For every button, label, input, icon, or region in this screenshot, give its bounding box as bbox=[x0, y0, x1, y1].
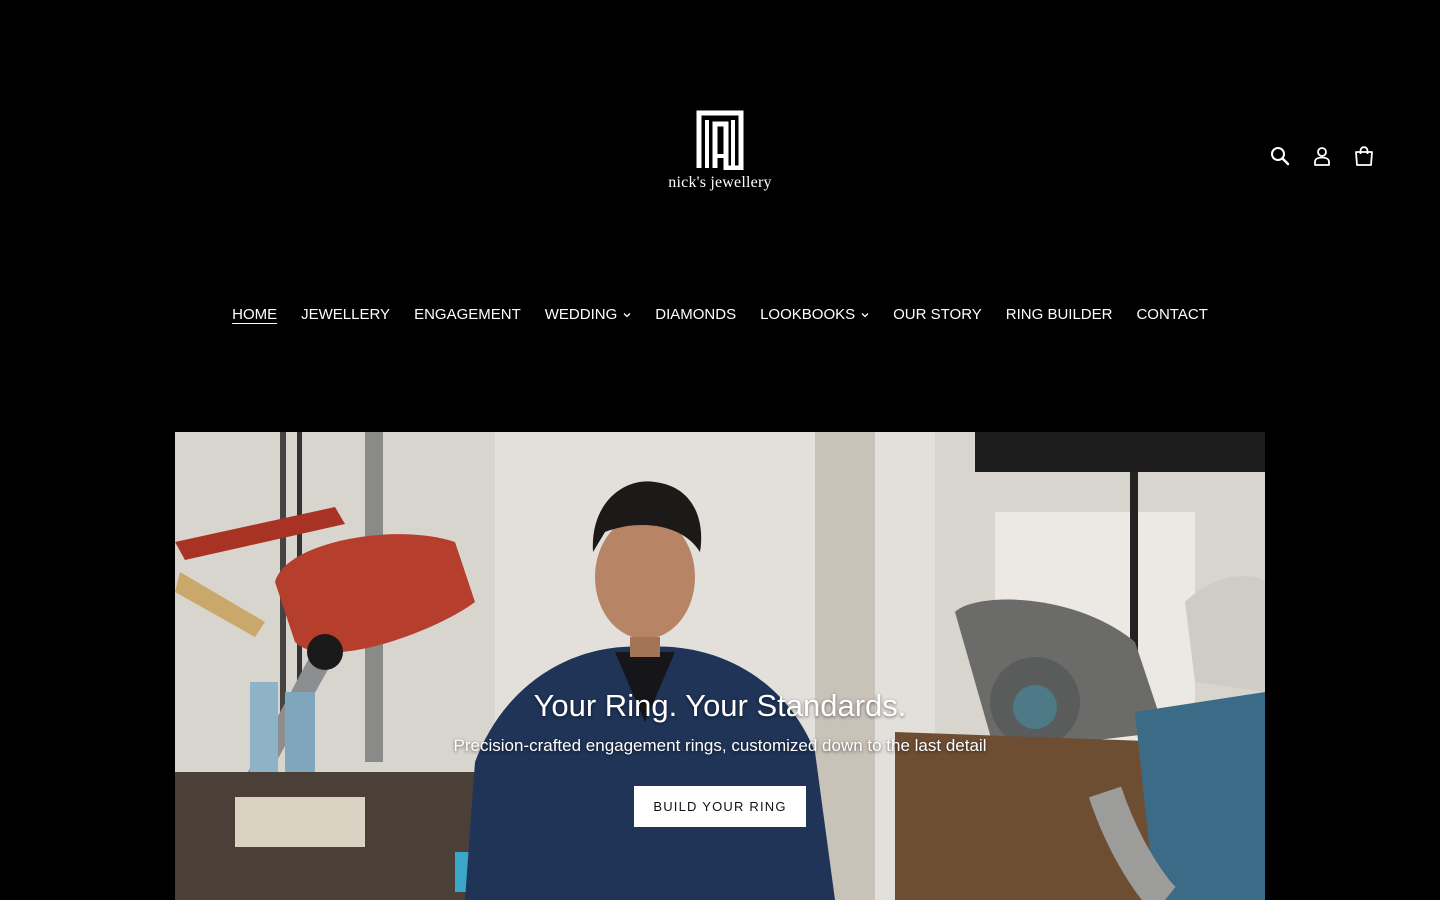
nav-item-label: DIAMONDS bbox=[655, 306, 737, 323]
nav-item-label: RING BUILDER bbox=[1005, 306, 1113, 323]
brand-logo[interactable]: nick's jewellery bbox=[664, 110, 776, 192]
nav-item-home[interactable]: HOME bbox=[232, 305, 277, 325]
cart-icon[interactable] bbox=[1352, 144, 1376, 168]
nav-item-label: LOOKBOOKS bbox=[760, 306, 856, 323]
header-icons bbox=[1268, 144, 1376, 168]
nav-item-wedding[interactable]: WEDDING bbox=[545, 305, 632, 325]
nav-item-label: JEWELLERY bbox=[301, 306, 391, 323]
nav-item-diamonds[interactable]: DIAMONDS bbox=[655, 305, 736, 325]
brand-name: nick's jewellery bbox=[668, 174, 772, 191]
key-glyph-logo-icon bbox=[696, 110, 744, 170]
hero-title: Your Ring. Your Standards. bbox=[533, 688, 907, 723]
main-nav: HOME JEWELLERY ENGAGEMENT WEDDING DIAMON… bbox=[0, 305, 1440, 325]
nav-item-lookbooks[interactable]: LOOKBOOKS bbox=[760, 305, 869, 325]
nav-item-engagement[interactable]: ENGAGEMENT bbox=[414, 305, 521, 325]
nav-item-jewellery[interactable]: JEWELLERY bbox=[301, 305, 390, 325]
nav-item-label: OUR STORY bbox=[893, 306, 982, 323]
nav-item-contact[interactable]: CONTACT bbox=[1136, 305, 1207, 325]
nav-item-ring-builder[interactable]: RING BUILDER bbox=[1006, 305, 1113, 325]
chevron-down-icon bbox=[861, 313, 869, 318]
nav-item-label: ENGAGEMENT bbox=[414, 306, 521, 323]
nav-item-our-story[interactable]: OUR STORY bbox=[893, 305, 982, 325]
search-icon[interactable] bbox=[1268, 144, 1292, 168]
nav-item-label: CONTACT bbox=[1136, 306, 1208, 323]
account-icon[interactable] bbox=[1310, 144, 1334, 168]
hero-banner: Your Ring. Your Standards. Precision-cra… bbox=[175, 432, 1265, 900]
nav-item-label: WEDDING bbox=[544, 306, 618, 323]
build-your-ring-button[interactable]: BUILD YOUR RING bbox=[634, 786, 806, 827]
site-header: nick's jewellery HOME JEWELLERY ENGAGEME… bbox=[0, 0, 1440, 400]
hero-content: Your Ring. Your Standards. Precision-cra… bbox=[175, 686, 1265, 827]
nav-item-label: HOME bbox=[232, 306, 278, 323]
hero-photo-workshop bbox=[175, 432, 1265, 900]
hero-subtitle: Precision-crafted engagement rings, cust… bbox=[453, 736, 987, 755]
chevron-down-icon bbox=[623, 313, 631, 318]
